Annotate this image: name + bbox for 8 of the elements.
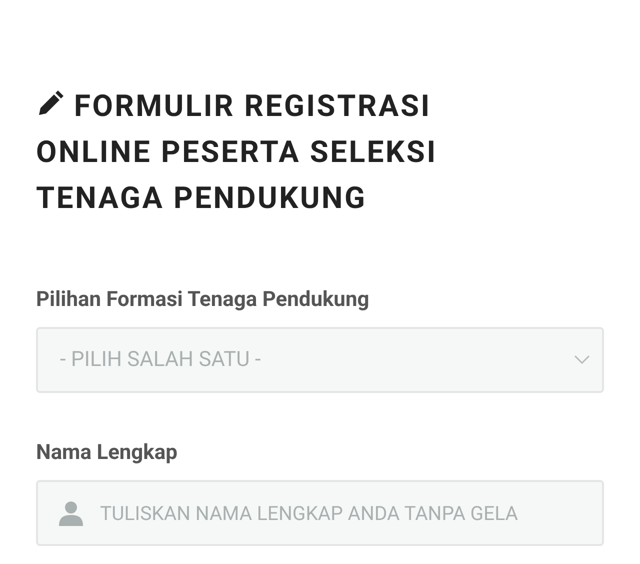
- field-label: Pilihan Formasi Tenaga Pendukung: [36, 288, 370, 312]
- form-title: FORMULIR REGISTRASI ONLINE PESERTA SELEKSI TENAGA PENDUKUNG: [36, 88, 438, 218]
- chevron-down-icon: [574, 355, 590, 365]
- user-icon: [58, 500, 84, 526]
- pencil-icon: [36, 90, 64, 118]
- input-field[interactable]: TULISKAN NAMA LENGKAP ANDA TANPA GELA: [36, 480, 604, 546]
- field-label: Nama Lengkap: [36, 441, 178, 465]
- select-field[interactable]: - PILIH SALAH SATU -: [36, 327, 604, 393]
